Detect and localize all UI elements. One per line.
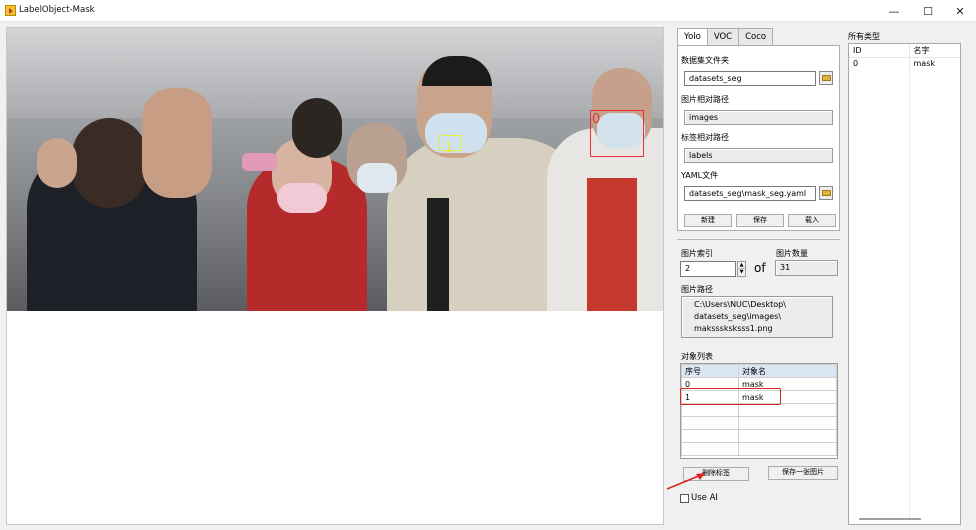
- image-canvas[interactable]: 0 1: [6, 27, 664, 525]
- tab-voc[interactable]: VOC: [706, 28, 740, 45]
- horizontal-scrollbar[interactable]: [859, 518, 921, 520]
- dataset-folder-browse-button[interactable]: [819, 71, 833, 85]
- image-index-label: 图片索引: [681, 249, 713, 258]
- divider: [677, 239, 840, 240]
- image-path-box: C:\Users\NUC\Desktop\ datasets_seg\image…: [681, 296, 833, 338]
- empty-row: [681, 442, 837, 456]
- close-button[interactable]: ✕: [944, 0, 976, 22]
- use-ai-checkbox[interactable]: [680, 493, 689, 503]
- save-one-image-button[interactable]: 保存一张图片: [768, 466, 838, 480]
- new-button[interactable]: 新建: [684, 214, 732, 227]
- col-id-header: ID: [849, 44, 910, 58]
- dataset-folder-input[interactable]: datasets_seg: [684, 71, 816, 86]
- bbox-1-label: 1: [445, 141, 454, 156]
- minimize-button[interactable]: —: [878, 0, 910, 22]
- image-path-line-2: datasets_seg\images\: [694, 312, 782, 321]
- label-rel-path-label: 标签相对路径: [681, 133, 729, 142]
- empty-row: [681, 416, 837, 430]
- use-ai-label: Use AI: [691, 493, 718, 503]
- bbox-0-label: 0: [592, 112, 601, 127]
- type-name: mask: [913, 59, 936, 69]
- photo[interactable]: 0 1: [7, 28, 663, 311]
- yaml-file-input[interactable]: datasets_seg\mask_seg.yaml: [684, 186, 816, 201]
- image-path-line-3: maksssksksss1.png: [694, 324, 773, 333]
- use-ai-option[interactable]: Use AI: [680, 493, 718, 503]
- all-types-table[interactable]: ID 名字 0 mask: [848, 43, 961, 525]
- app-icon: [5, 5, 16, 16]
- image-index-spinner[interactable]: ▲ ▼: [737, 261, 746, 277]
- yolo-tab-pane: 数据集文件夹 datasets_seg 图片相对路径 images 标签相对路径…: [677, 45, 840, 231]
- image-index-input[interactable]: 2: [680, 261, 736, 277]
- table-row[interactable]: 0 mask: [849, 57, 960, 70]
- bbox-1[interactable]: 1: [439, 135, 462, 155]
- column-divider: [909, 70, 910, 520]
- of-label: of: [754, 261, 766, 275]
- load-button[interactable]: 载入: [788, 214, 836, 227]
- all-types-header: ID 名字: [849, 44, 960, 58]
- spin-up-icon[interactable]: ▲: [738, 262, 745, 269]
- annotation-arrow-icon: [666, 473, 705, 490]
- label-rel-path-input[interactable]: labels: [684, 148, 833, 163]
- save-button[interactable]: 保存: [736, 214, 784, 227]
- image-rel-path-label: 图片相对路径: [681, 95, 729, 104]
- all-types-label: 所有类型: [848, 32, 880, 41]
- object-list-label: 对象列表: [681, 352, 713, 361]
- empty-row: [681, 403, 837, 417]
- dataset-folder-label: 数据集文件夹: [681, 56, 729, 65]
- col-index-header: 序号: [681, 364, 739, 378]
- image-count-value: 31: [775, 260, 838, 276]
- image-path-line-1: C:\Users\NUC\Desktop\: [694, 300, 786, 309]
- yaml-file-label: YAML文件: [681, 171, 719, 180]
- tab-yolo[interactable]: Yolo: [677, 28, 708, 46]
- image-path-label: 图片路径: [681, 285, 713, 294]
- empty-row: [681, 429, 837, 443]
- format-tabs: Yolo VOC Coco: [677, 28, 774, 46]
- object-list-table[interactable]: 序号 对象名 0 mask 1 mask: [680, 363, 838, 459]
- image-rel-path-input[interactable]: images: [684, 110, 833, 125]
- selected-row-highlight: [680, 388, 781, 405]
- spin-down-icon[interactable]: ▼: [738, 269, 745, 276]
- col-name-header: 对象名: [738, 364, 837, 378]
- folder-icon: [821, 190, 831, 196]
- window-title: LabelObject-Mask: [19, 5, 95, 15]
- bbox-0[interactable]: 0: [590, 110, 644, 157]
- yaml-browse-button[interactable]: [819, 186, 833, 200]
- folder-icon: [821, 75, 831, 81]
- object-list-header: 序号 对象名: [681, 364, 837, 378]
- col-type-name-header: 名字: [909, 44, 960, 58]
- type-id: 0: [849, 57, 910, 70]
- maximize-button[interactable]: ☐: [912, 0, 944, 22]
- tab-coco[interactable]: Coco: [738, 28, 774, 45]
- title-bar: LabelObject-Mask — ☐ ✕: [0, 0, 976, 22]
- image-count-label: 图片数量: [776, 249, 808, 258]
